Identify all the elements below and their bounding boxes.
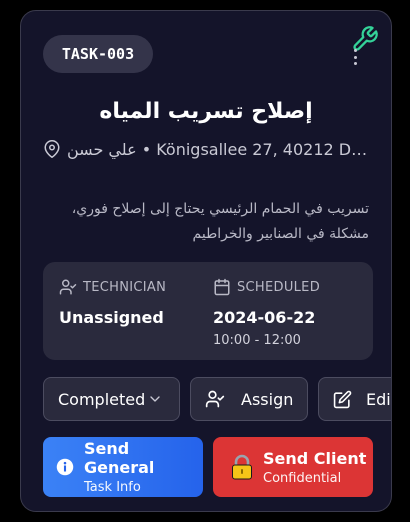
location-row: علي حسن • Königsallee 27, 40212 Düs… <box>43 137 373 161</box>
technician-column: TECHNICIAN Unassigned <box>59 278 166 327</box>
send-general-title: Send General <box>84 439 155 477</box>
user-check-icon <box>59 279 77 295</box>
send-general-button[interactable]: Send General Task Info <box>43 437 203 497</box>
map-pin-icon <box>44 140 60 158</box>
info-panel: TECHNICIAN Unassigned SCHEDULED 2024-06-… <box>43 262 373 360</box>
scheduled-time: 10:00 - 12:00 <box>213 333 301 348</box>
send-client-title: Send Client <box>263 448 367 468</box>
task-description: تسريب في الحمام الرئيسي يحتاج إلى إصلاح … <box>71 201 369 242</box>
send-client-subtitle: Confidential <box>263 470 342 486</box>
edit-button[interactable]: Edit <box>318 377 391 421</box>
info-icon <box>56 458 74 476</box>
edit-label: Edit <box>366 389 391 409</box>
technician-label: TECHNICIAN <box>83 279 167 295</box>
technician-value: Unassigned <box>59 308 164 327</box>
edit-icon <box>333 390 352 408</box>
send-client-button[interactable]: Send Client Confidential <box>213 437 373 497</box>
scheduled-label: SCHEDULED <box>237 279 321 295</box>
task-title: إصلاح تسريب المياه <box>99 99 313 124</box>
scheduled-column: SCHEDULED 2024-06-22 10:00 - 12:00 <box>213 278 320 348</box>
location-text: علي حسن • Königsallee 27, 40212 Düs… <box>67 139 373 159</box>
calendar-icon <box>214 278 230 296</box>
user-check-icon <box>205 390 225 408</box>
task-card: TASK-003 إصلاح تسريب المياه علي حسن • Kö… <box>20 10 392 512</box>
chevron-down-icon <box>150 396 160 402</box>
assign-label: Assign <box>241 389 294 409</box>
assign-button[interactable]: Assign <box>190 377 308 421</box>
send-general-subtitle: Task Info <box>84 480 141 495</box>
scheduled-date: 2024-06-22 <box>213 308 316 327</box>
status-dropdown[interactable]: Completed <box>43 377 180 421</box>
lock-icon <box>232 454 252 480</box>
status-value: Completed <box>58 389 146 409</box>
kebab-menu-icon[interactable] <box>351 49 359 65</box>
task-id-badge: TASK-003 <box>43 35 153 73</box>
